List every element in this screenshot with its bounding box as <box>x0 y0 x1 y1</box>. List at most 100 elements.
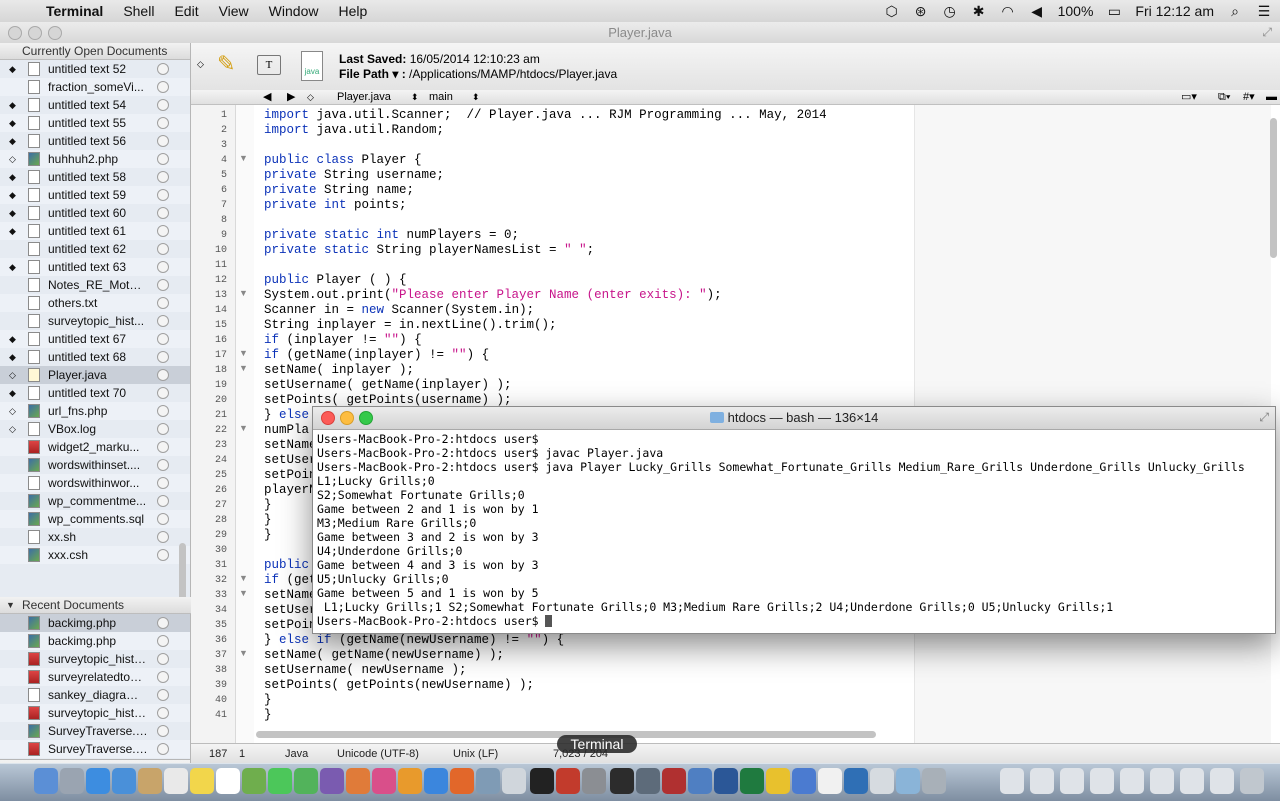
close-document-icon[interactable] <box>157 617 169 629</box>
copy-icon[interactable]: ⧉▾ <box>1218 90 1230 104</box>
close-document-icon[interactable] <box>157 707 169 719</box>
close-document-icon[interactable] <box>157 513 169 525</box>
list-item[interactable]: sankey_diagram.ph... <box>0 686 190 704</box>
close-document-icon[interactable] <box>157 99 169 111</box>
symbol-selector[interactable]: main <box>429 90 453 104</box>
reminders-icon[interactable] <box>216 768 240 794</box>
notification-center-icon[interactable]: ☰ <box>1256 3 1272 20</box>
word-icon[interactable] <box>714 768 738 794</box>
textwrangler-icon[interactable] <box>476 768 500 794</box>
close-document-icon[interactable] <box>157 315 169 327</box>
close-document-icon[interactable] <box>157 725 169 737</box>
close-document-icon[interactable] <box>157 387 169 399</box>
split-toggle-icon[interactable]: ▬ <box>1266 90 1277 104</box>
list-item[interactable]: xxx.csh <box>0 546 190 564</box>
calendar-icon[interactable] <box>164 768 188 794</box>
list-item[interactable]: ◇ Player.java <box>0 366 190 384</box>
launchpad-icon[interactable] <box>60 768 84 794</box>
disclosure-triangle-icon[interactable]: ▼ <box>6 597 15 613</box>
list-item[interactable]: ◆ untitled text 55 <box>0 114 190 132</box>
file-path-label[interactable]: File Path ▾ : <box>339 67 406 81</box>
fold-gutter[interactable]: ▼ ▼ ▼ ▼ ▼ ▼ ▼ ▼ <box>236 105 254 745</box>
system-prefs-icon[interactable] <box>582 768 606 794</box>
dashboard-icon[interactable] <box>610 768 634 794</box>
fold-icon[interactable]: ▼ <box>239 363 248 373</box>
list-item[interactable]: surveytopic_hist... <box>0 312 190 330</box>
spotlight-icon[interactable] <box>792 768 816 794</box>
menu-help[interactable]: Help <box>338 3 367 19</box>
chrome-icon[interactable] <box>766 768 790 794</box>
list-item[interactable]: ◇ url_fns.php <box>0 402 190 420</box>
list-item[interactable]: wordswithinset.... <box>0 456 190 474</box>
list-item[interactable]: ◆ untitled text 58 <box>0 168 190 186</box>
mail-icon[interactable] <box>112 768 136 794</box>
clock[interactable]: Fri 12:12 am <box>1135 3 1214 19</box>
pencil-icon[interactable]: ✎ <box>217 51 235 77</box>
close-document-icon[interactable] <box>157 207 169 219</box>
messages-icon[interactable] <box>268 768 292 794</box>
list-item[interactable]: ◆ untitled text 59 <box>0 186 190 204</box>
imovie-icon[interactable] <box>320 768 344 794</box>
list-item[interactable]: ◆ untitled text 61 <box>0 222 190 240</box>
document-stack-icon[interactable] <box>1120 768 1144 794</box>
fold-icon[interactable]: ▼ <box>239 348 248 358</box>
list-item[interactable]: ◆ untitled text 60 <box>0 204 190 222</box>
close-document-icon[interactable] <box>157 189 169 201</box>
list-item[interactable]: ◆ untitled text 68 <box>0 348 190 366</box>
close-document-icon[interactable] <box>157 171 169 183</box>
filezilla-icon[interactable] <box>556 768 580 794</box>
status-line[interactable]: 187 <box>209 744 227 764</box>
list-item[interactable]: ◆ untitled text 56 <box>0 132 190 150</box>
close-document-icon[interactable] <box>157 441 169 453</box>
close-document-icon[interactable] <box>157 477 169 489</box>
terminal-prompt-line[interactable]: Users-MacBook-Pro-2:htdocs user$ <box>317 614 1271 628</box>
fullscreen-icon[interactable]: ⤢ <box>1262 25 1272 40</box>
close-document-icon[interactable] <box>157 671 169 683</box>
close-document-icon[interactable] <box>157 423 169 435</box>
close-document-icon[interactable] <box>157 689 169 701</box>
split-view-icon[interactable]: ▭▾ <box>1181 90 1197 104</box>
itunes-icon[interactable] <box>372 768 396 794</box>
document-stack-icon[interactable] <box>1180 768 1204 794</box>
editor-vertical-scrollbar[interactable] <box>1270 118 1277 258</box>
time-machine-icon[interactable]: ◷ <box>942 3 958 20</box>
list-item[interactable]: surveyrelatedtopic_s... <box>0 668 190 686</box>
facetime-icon[interactable] <box>294 768 318 794</box>
list-item[interactable]: backimg.php <box>0 614 190 632</box>
firefox-icon[interactable] <box>450 768 474 794</box>
list-item[interactable]: surveytopic_histogr... <box>0 650 190 668</box>
list-item[interactable]: backimg.php <box>0 632 190 650</box>
list-item[interactable]: Notes_RE_Mothe... <box>0 276 190 294</box>
status-encoding[interactable]: Unicode (UTF-8) <box>337 744 419 764</box>
file-selector-chevron-icon[interactable]: ⬍ <box>411 90 419 104</box>
forward-arrow-icon[interactable]: ▶ <box>287 90 295 104</box>
close-document-icon[interactable] <box>157 743 169 755</box>
dropbox-icon[interactable]: ⬡ <box>884 3 900 20</box>
close-document-icon[interactable] <box>157 135 169 147</box>
battery-icon[interactable]: ▭ <box>1106 3 1122 20</box>
finder-icon[interactable] <box>34 768 58 794</box>
menu-edit[interactable]: Edit <box>174 3 198 19</box>
status-line-endings[interactable]: Unix (LF) <box>453 744 498 764</box>
list-item[interactable]: wp_comments.sql <box>0 510 190 528</box>
appstore-icon[interactable] <box>424 768 448 794</box>
menu-shell[interactable]: Shell <box>123 3 154 19</box>
document-icon[interactable] <box>870 768 894 794</box>
close-document-icon[interactable] <box>157 369 169 381</box>
terminal-title-bar[interactable]: htdocs — bash — 136×14 ⤢ <box>313 407 1275 430</box>
list-item[interactable]: widget2_marku... <box>0 438 190 456</box>
status-column[interactable]: 1 <box>239 744 245 764</box>
java-file-icon[interactable]: java <box>301 51 323 81</box>
terminal-icon[interactable] <box>530 768 554 794</box>
textedit-icon[interactable] <box>818 768 842 794</box>
mission-control-icon[interactable] <box>636 768 660 794</box>
list-item[interactable]: wp_commentme... <box>0 492 190 510</box>
list-item[interactable]: SurveyTraverse.php <box>0 722 190 740</box>
fold-icon[interactable]: ▼ <box>239 153 248 163</box>
close-document-icon[interactable] <box>157 243 169 255</box>
terminal-window[interactable]: htdocs — bash — 136×14 ⤢ Users-MacBook-P… <box>312 406 1276 634</box>
list-item[interactable]: ◆ untitled text 63 <box>0 258 190 276</box>
close-document-icon[interactable] <box>157 81 169 93</box>
menu-window[interactable]: Window <box>269 3 319 19</box>
back-arrow-icon[interactable]: ◀ <box>263 90 271 104</box>
